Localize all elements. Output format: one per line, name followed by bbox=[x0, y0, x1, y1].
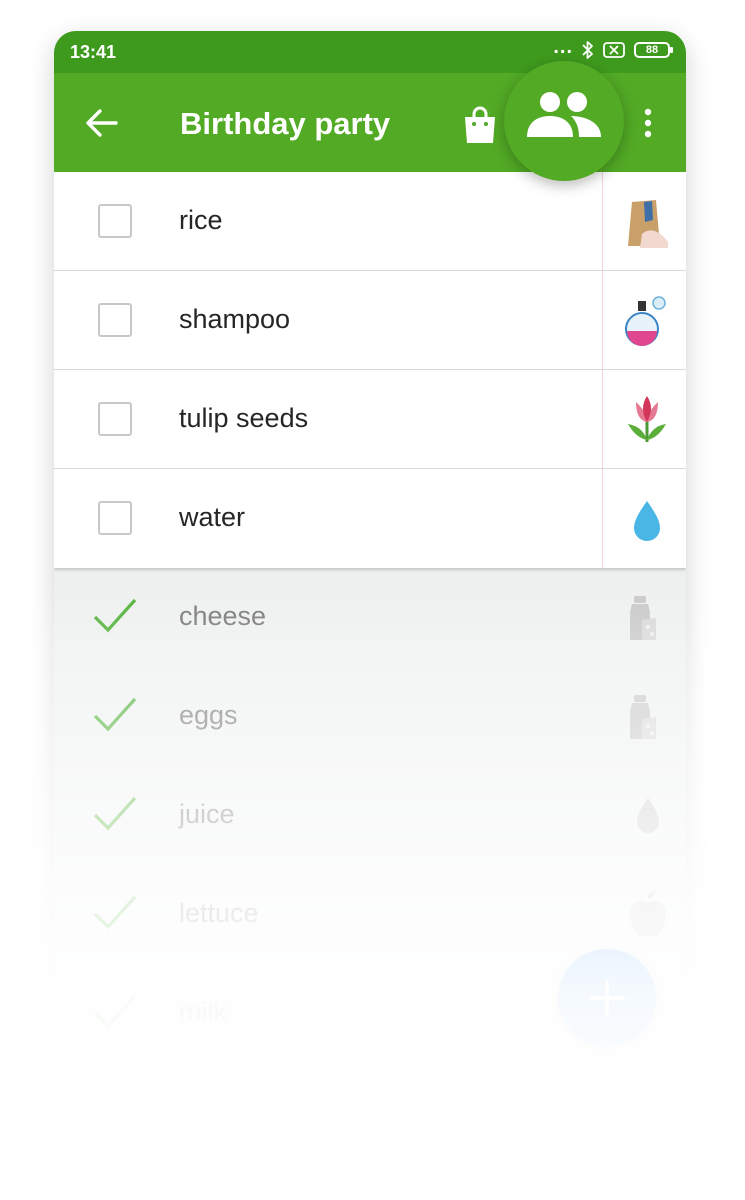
checked-item[interactable]: juice bbox=[54, 766, 686, 865]
list-item[interactable]: tulip seeds bbox=[54, 370, 686, 469]
item-label: water bbox=[179, 502, 246, 532]
arrow-left-icon[interactable] bbox=[84, 107, 120, 139]
phone-screen: 13:41 ... 88 Birthday party rice shampoo… bbox=[54, 31, 686, 1200]
add-item-button[interactable] bbox=[558, 949, 656, 1047]
checked-items-list: cheese eggs juice lettuce milk bbox=[54, 568, 686, 1200]
drop-icon bbox=[637, 798, 659, 833]
dairy-icon bbox=[630, 695, 656, 739]
item-checkbox[interactable] bbox=[98, 402, 132, 436]
app-bar: Birthday party bbox=[54, 61, 686, 181]
item-label: shampoo bbox=[179, 304, 291, 334]
plus-icon bbox=[589, 980, 625, 1016]
check-icon[interactable] bbox=[92, 695, 138, 735]
item-checkbox[interactable] bbox=[98, 204, 132, 238]
item-label: tulip seeds bbox=[179, 403, 309, 433]
dairy-icon bbox=[630, 596, 656, 640]
bluetooth-icon bbox=[582, 41, 593, 59]
item-checkbox[interactable] bbox=[98, 501, 132, 535]
item-label: cheese bbox=[179, 601, 267, 631]
tulip-icon bbox=[628, 396, 666, 442]
list-title: Birthday party bbox=[180, 106, 391, 141]
checked-item[interactable]: lettuce bbox=[54, 865, 686, 964]
item-label: milk bbox=[179, 997, 227, 1027]
active-items-list: rice shampoo tulip seeds water bbox=[54, 172, 686, 568]
people-icon bbox=[527, 92, 601, 137]
battery-icon: 88 bbox=[634, 42, 673, 58]
checked-item[interactable]: cheese bbox=[54, 568, 686, 667]
item-checkbox[interactable] bbox=[98, 303, 132, 337]
apple-icon bbox=[630, 890, 666, 937]
checked-item[interactable]: eggs bbox=[54, 667, 686, 766]
sim-off-icon bbox=[603, 42, 625, 58]
status-icons: ... 88 bbox=[553, 36, 673, 60]
signal-dots: ... bbox=[553, 36, 573, 58]
item-label: rice bbox=[179, 205, 223, 235]
check-icon[interactable] bbox=[92, 992, 138, 1032]
more-vertical-icon[interactable] bbox=[640, 107, 656, 139]
list-item[interactable]: shampoo bbox=[54, 271, 686, 370]
item-label: lettuce bbox=[179, 898, 259, 928]
check-icon[interactable] bbox=[92, 794, 138, 834]
water-drop-icon bbox=[634, 501, 660, 541]
perfume-bottle-icon bbox=[625, 296, 666, 346]
item-label: juice bbox=[179, 799, 235, 829]
shopping-bag-icon[interactable] bbox=[462, 105, 498, 145]
check-icon[interactable] bbox=[92, 1091, 138, 1131]
item-label: eggs bbox=[179, 700, 238, 730]
check-icon[interactable] bbox=[92, 596, 138, 636]
check-icon[interactable] bbox=[92, 893, 138, 933]
rice-bag-icon bbox=[628, 200, 668, 248]
checked-item[interactable] bbox=[54, 1063, 686, 1162]
status-time: 13:41 bbox=[70, 42, 117, 62]
list-item[interactable]: rice bbox=[54, 172, 686, 271]
list-item[interactable]: water bbox=[54, 469, 686, 568]
share-people-button[interactable] bbox=[504, 61, 624, 181]
